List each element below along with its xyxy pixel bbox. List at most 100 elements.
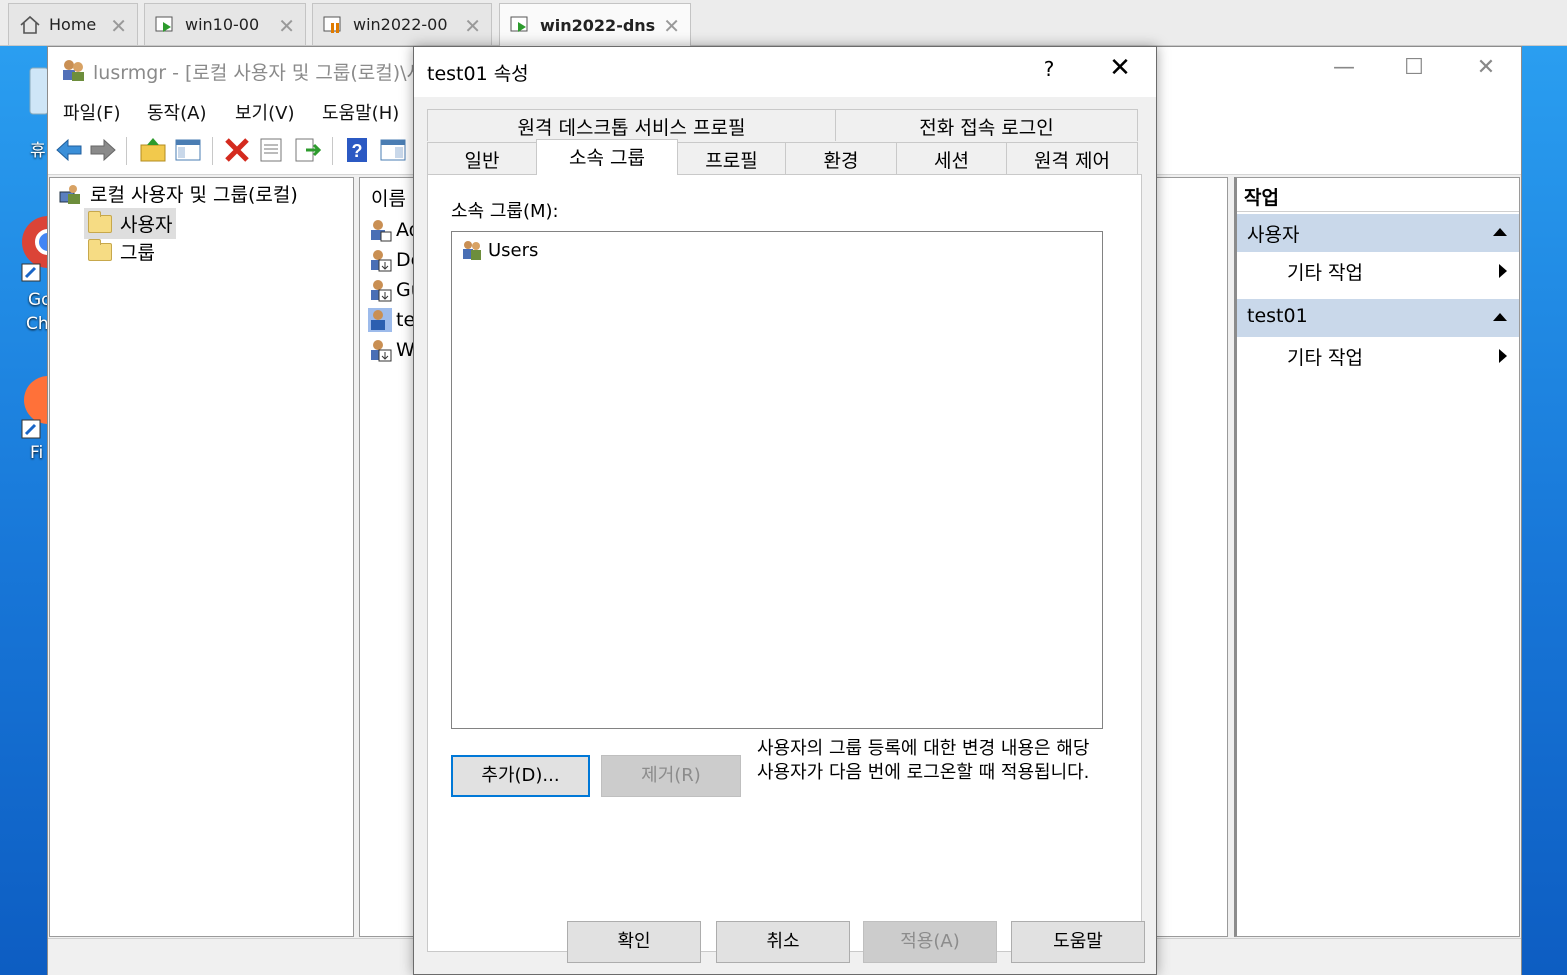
menu-file[interactable]: 파일(F) xyxy=(63,99,121,125)
menu-help[interactable]: 도움말(H) xyxy=(322,99,399,125)
close-icon[interactable]: ✕ xyxy=(1100,53,1140,83)
close-icon[interactable]: ✕ xyxy=(663,14,680,38)
show-hide-tree-icon[interactable] xyxy=(173,135,203,165)
user-disabled-icon xyxy=(371,340,392,362)
add-button[interactable]: 추가(D)... xyxy=(451,755,590,797)
maximize-icon[interactable]: ☐ xyxy=(1394,55,1434,80)
collapse-triangle-icon[interactable] xyxy=(1493,313,1507,321)
vm-tab-bar: Home ✕ win10-00 ✕ win2022-00 ✕ win2022-d… xyxy=(0,0,1567,46)
actions-pane: 작업 사용자 기타 작업 test01 기타 작업 xyxy=(1234,177,1520,937)
group-name: Users xyxy=(488,239,539,261)
export-list-icon[interactable] xyxy=(292,135,322,165)
close-icon[interactable]: ✕ xyxy=(110,14,127,38)
list-item[interactable]: WDAGUtilityAccount xyxy=(368,338,416,362)
toolbar-separator xyxy=(212,137,213,165)
action-more-actions[interactable]: 기타 작업 xyxy=(1287,258,1363,285)
help-question-icon[interactable]: ? xyxy=(1034,57,1064,81)
close-icon[interactable]: ✕ xyxy=(278,14,295,38)
vm-tab-label: win2022-dns xyxy=(540,15,656,35)
tab-remote-control[interactable]: 원격 제어 xyxy=(1006,142,1138,174)
tree-item-users[interactable]: 사용자 xyxy=(84,208,177,239)
vm-tab-win2022-00[interactable]: win2022-00 ✕ xyxy=(312,3,492,45)
tab-dial-in[interactable]: 전화 접속 로그인 xyxy=(835,109,1138,141)
up-folder-icon[interactable] xyxy=(138,135,168,165)
vm-tab-label: Home xyxy=(49,15,97,34)
vm-paused-icon xyxy=(323,16,341,33)
vm-tab-home[interactable]: Home ✕ xyxy=(8,3,138,45)
submenu-arrow-icon xyxy=(1499,264,1507,278)
user-icon xyxy=(371,220,392,242)
vm-tab-label: win10-00 xyxy=(185,15,260,34)
list-header-name[interactable]: 이름 xyxy=(371,184,406,211)
home-icon xyxy=(20,15,40,34)
computer-users-icon xyxy=(59,184,80,204)
vm-tab-win2022-dns[interactable]: win2022-dns ✕ xyxy=(499,3,691,46)
vm-tab-win10-00[interactable]: win10-00 ✕ xyxy=(144,3,306,45)
users-app-icon xyxy=(63,60,84,81)
close-icon[interactable]: ✕ xyxy=(1466,55,1506,80)
list-item[interactable]: Guest xyxy=(368,278,416,302)
user-icon xyxy=(368,308,392,332)
properties-dialog: test01 속성 ? ✕ 원격 데스크톱 서비스 프로필 전화 접속 로그인 … xyxy=(413,46,1157,975)
tab-environment[interactable]: 환경 xyxy=(785,142,897,174)
vm-running-icon xyxy=(510,16,528,32)
actions-section-users[interactable]: 사용자 xyxy=(1237,214,1519,252)
forward-arrow-icon[interactable] xyxy=(88,135,118,165)
tree-item-label: 사용자 xyxy=(120,214,173,236)
remove-button[interactable]: 제거(R) xyxy=(601,755,741,797)
member-of-panel: 소속 그룹(M): Users 추가(D)... 제거(R) 사용자의 그룹 등… xyxy=(427,174,1142,952)
user-disabled-icon xyxy=(371,280,392,302)
tree-pane: 로컬 사용자 및 그룹(로컬) 사용자 그룹 xyxy=(49,177,354,937)
properties-icon[interactable] xyxy=(256,135,286,165)
vm-running-icon xyxy=(155,16,173,32)
member-of-label: 소속 그룹(M): xyxy=(451,201,559,222)
list-item[interactable]: Users xyxy=(460,238,538,262)
apply-button[interactable]: 적용(A) xyxy=(863,921,997,963)
list-item[interactable]: DefaultAccount xyxy=(368,248,416,272)
svg-text:?: ? xyxy=(352,141,363,161)
list-pane-right-edge xyxy=(1156,177,1228,937)
vm-tab-label: win2022-00 xyxy=(353,15,448,34)
menu-view[interactable]: 보기(V) xyxy=(235,99,294,125)
membership-note: 사용자의 그룹 등록에 대한 변경 내용은 해당 사용자가 다음 번에 로그온할… xyxy=(757,738,1090,783)
chrome-icon[interactable] xyxy=(20,212,47,282)
desktop-icon-label: Fi xyxy=(30,443,44,463)
show-hide-action-pane-icon[interactable] xyxy=(378,135,408,165)
actions-section-title: 사용자 xyxy=(1247,224,1300,246)
submenu-arrow-icon xyxy=(1499,349,1507,363)
actions-section-test01[interactable]: test01 xyxy=(1237,299,1519,337)
desktop-icon-label: Ch xyxy=(26,314,49,334)
menu-action[interactable]: 동작(A) xyxy=(147,99,206,125)
tab-remote-desktop-profile[interactable]: 원격 데스크톱 서비스 프로필 xyxy=(427,109,836,141)
member-of-listbox[interactable]: Users xyxy=(451,231,1103,729)
desktop-icon-label: 휴 xyxy=(30,141,46,161)
window-title: lusrmgr - [로컬 사용자 및 그룹(로컬)\사용자] xyxy=(93,62,467,84)
tree-item-groups[interactable]: 그룹 xyxy=(88,238,155,265)
tree-root[interactable]: 로컬 사용자 및 그룹(로컬) xyxy=(58,180,298,207)
tab-profile[interactable]: 프로필 xyxy=(677,142,786,174)
delete-icon[interactable] xyxy=(222,135,252,165)
tab-member-of[interactable]: 소속 그룹 xyxy=(536,139,678,175)
group-icon xyxy=(463,241,481,260)
actions-section-title: test01 xyxy=(1247,305,1308,327)
firefox-icon[interactable] xyxy=(20,372,47,440)
tree-root-label: 로컬 사용자 및 그룹(로컬) xyxy=(90,184,298,206)
tree-item-label: 그룹 xyxy=(120,242,155,264)
list-item-selected[interactable]: test01 xyxy=(368,308,416,332)
actions-header: 작업 xyxy=(1237,178,1519,212)
toolbar-separator xyxy=(332,137,333,165)
help-button[interactable]: 도움말 xyxy=(1011,921,1145,963)
collapse-triangle-icon[interactable] xyxy=(1493,228,1507,236)
close-icon[interactable]: ✕ xyxy=(464,14,481,38)
dialog-title-bar: test01 속성 ? ✕ xyxy=(414,47,1156,97)
cancel-button[interactable]: 취소 xyxy=(716,921,850,963)
action-more-actions[interactable]: 기타 작업 xyxy=(1287,343,1363,370)
folder-icon xyxy=(88,238,112,261)
help-icon[interactable]: ? xyxy=(342,135,372,165)
back-arrow-icon[interactable] xyxy=(54,135,84,165)
tab-general[interactable]: 일반 xyxy=(427,142,537,174)
tab-sessions[interactable]: 세션 xyxy=(896,142,1007,174)
ok-button[interactable]: 확인 xyxy=(567,921,701,963)
list-item[interactable]: Administrator xyxy=(368,218,416,242)
minimize-icon[interactable]: — xyxy=(1324,55,1364,80)
